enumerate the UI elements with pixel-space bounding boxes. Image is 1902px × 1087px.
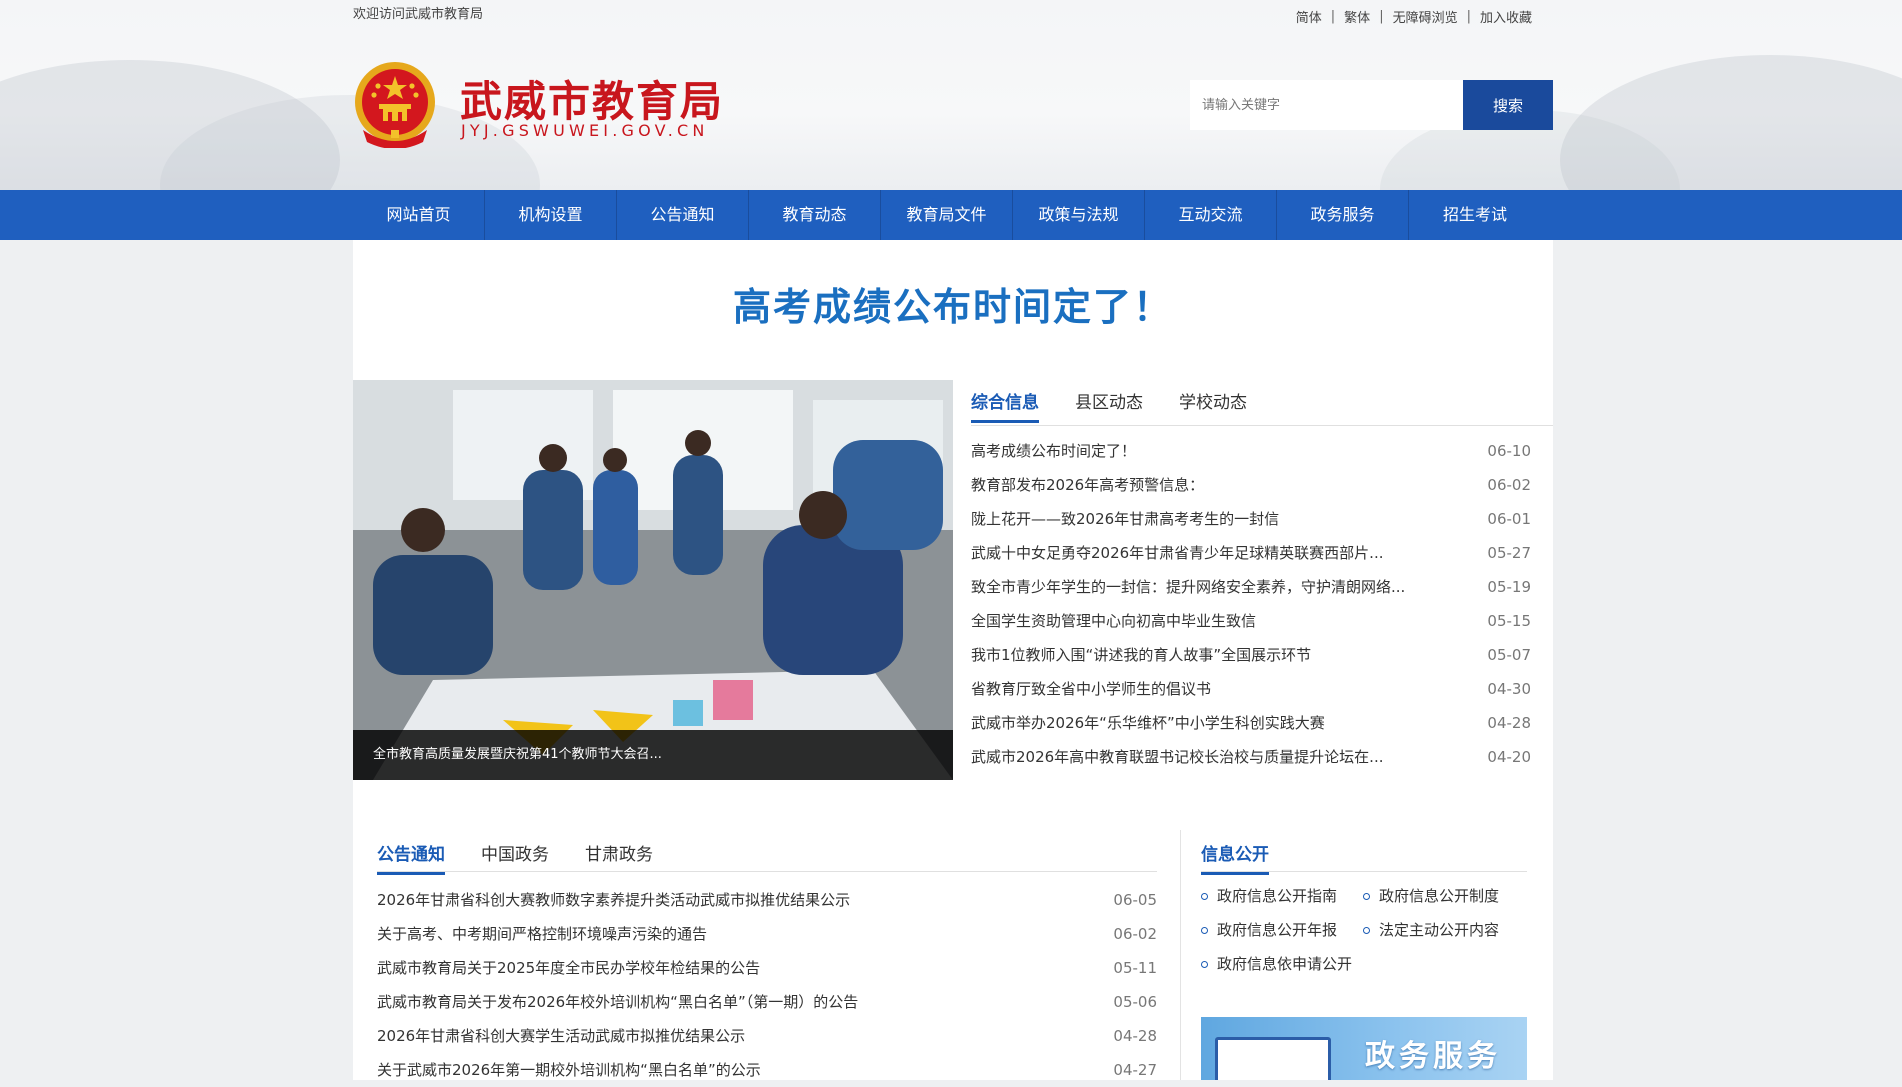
list-item[interactable]: 陇上花开——致2026年甘肃高考考生的一封信 06-01 — [971, 502, 1531, 536]
separator: | — [1466, 9, 1471, 24]
info-guide-link[interactable]: 政府信息公开指南 — [1201, 885, 1337, 906]
info-annual-report-link[interactable]: 政府信息公开年报 — [1201, 919, 1337, 940]
separator: | — [1379, 9, 1384, 24]
nav-item-notices[interactable]: 公告通知 — [617, 190, 749, 240]
tab-general-info[interactable]: 综合信息 — [971, 388, 1039, 423]
news-slideshow[interactable]: 全市教育高质量发展暨庆祝第41个教师节大会召... — [353, 380, 953, 780]
list-item[interactable]: 2026年甘肃省科创大赛学生活动武威市拟推优结果公示 04-28 — [377, 1019, 1157, 1053]
nav-item-organization[interactable]: 机构设置 — [485, 190, 617, 240]
nav-item-policies[interactable]: 政策与法规 — [1013, 190, 1145, 240]
national-emblem-icon — [353, 60, 437, 149]
list-item[interactable]: 关于高考、中考期间严格控制环境噪声污染的通告 06-02 — [377, 917, 1157, 951]
list-item[interactable]: 全国学生资助管理中心向初高中毕业生致信 05-15 — [971, 604, 1531, 638]
list-item[interactable]: 我市1位教师入围“讲述我的育人故事”全国展示环节 05-07 — [971, 638, 1531, 672]
news-list: 高考成绩公布时间定了！ 06-10 教育部发布2026年高考预警信息： 06-02 … — [971, 434, 1531, 774]
news-tabs: 综合信息 县区动态 学校动态 — [971, 388, 1283, 423]
gov-services-banner[interactable]: 政务服务 — [1201, 1017, 1527, 1080]
search-input[interactable] — [1190, 80, 1463, 130]
separator: | — [1330, 9, 1336, 24]
tab-gansu-gov[interactable]: 甘肃政务 — [585, 840, 653, 875]
info-active-disclosure-link[interactable]: 法定主动公开内容 — [1363, 919, 1499, 940]
tab-underline — [1201, 871, 1527, 872]
slide-caption[interactable]: 全市教育高质量发展暨庆祝第41个教师节大会召... — [353, 730, 953, 780]
classroom-photo — [353, 380, 953, 780]
list-item[interactable]: 省教育厅致全省中小学师生的倡议书 04-30 — [971, 672, 1531, 706]
list-item[interactable]: 致全市青少年学生的一封信：提升网络安全素养，守护清朗网络... 05-19 — [971, 570, 1531, 604]
notice-list: 2026年甘肃省科创大赛教师数字素养提升类活动武威市拟推优结果公示 06-05 关… — [377, 883, 1157, 1087]
tab-underline — [971, 425, 1553, 426]
nav-item-education-news[interactable]: 教育动态 — [749, 190, 881, 240]
list-item[interactable]: 武威市举办2026年“乐华维杯”中小学生科创实践大赛 04-28 — [971, 706, 1531, 740]
nav-item-home[interactable]: 网站首页 — [353, 190, 485, 240]
banner-text: 政务服务 — [1365, 1039, 1501, 1074]
nav-item-gov-services[interactable]: 政务服务 — [1277, 190, 1409, 240]
computer-screen-icon — [1215, 1037, 1331, 1080]
accessibility-link[interactable]: 无障碍浏览 — [1393, 7, 1458, 26]
topbar-links: 简体 | 繁体 | 无障碍浏览 | 加入收藏 — [1296, 7, 1532, 26]
site-domain: JYJ.GSWUWEI.GOV.CN — [461, 121, 709, 140]
info-application-link[interactable]: 政府信息依申请公开 — [1201, 953, 1352, 974]
list-item[interactable]: 高考成绩公布时间定了！ 06-10 — [971, 434, 1531, 468]
list-item[interactable]: 关于武威市2026年第一期校外培训机构“黑白名单”的公示 04-27 — [377, 1053, 1157, 1087]
list-item[interactable]: 武威市教育局关于发布2026年校外培训机构“黑白名单”（第一期）的公告 05-06 — [377, 985, 1157, 1019]
tab-school-news[interactable]: 学校动态 — [1179, 388, 1247, 423]
notice-tabs: 公告通知 中国政务 甘肃政务 — [377, 840, 689, 875]
list-item[interactable]: 2026年甘肃省科创大赛教师数字素养提升类活动武威市拟推优结果公示 06-05 — [377, 883, 1157, 917]
site-name: 武威市教育局 — [460, 77, 725, 126]
header-background — [0, 0, 1902, 190]
tab-county-news[interactable]: 县区动态 — [1075, 388, 1143, 423]
tab-china-gov[interactable]: 中国政务 — [481, 840, 549, 875]
nav-item-interaction[interactable]: 互动交流 — [1145, 190, 1277, 240]
tab-notices[interactable]: 公告通知 — [377, 840, 445, 875]
column-divider — [1180, 830, 1181, 1080]
tab-info-open[interactable]: 信息公开 — [1201, 840, 1269, 875]
list-item[interactable]: 武威市2026年高中教育联盟书记校长治校与质量提升论坛在... 04-20 — [971, 740, 1531, 774]
traditional-chinese-link[interactable]: 繁体 — [1344, 7, 1370, 26]
nav-item-documents[interactable]: 教育局文件 — [881, 190, 1013, 240]
tab-underline — [377, 871, 1157, 872]
headline-link[interactable]: 高考成绩公布时间定了！ — [353, 276, 1553, 331]
list-item[interactable]: 武威十中女足勇夺2026年甘肃省青少年足球精英联赛西部片... 05-27 — [971, 536, 1531, 570]
search-button[interactable]: 搜索 — [1463, 80, 1553, 130]
main-nav: 网站首页 机构设置 公告通知 教育动态 教育局文件 政策与法规 互动交流 政务服… — [0, 190, 1902, 240]
nav-item-admissions[interactable]: 招生考试 — [1409, 190, 1541, 240]
welcome-text: 欢迎访问武威市教育局 — [353, 7, 484, 22]
info-system-link[interactable]: 政府信息公开制度 — [1363, 885, 1499, 906]
list-item[interactable]: 教育部发布2026年高考预警信息： 06-02 — [971, 468, 1531, 502]
list-item[interactable]: 武威市教育局关于2025年度全市民办学校年检结果的公告 05-11 — [377, 951, 1157, 985]
add-favorite-link[interactable]: 加入收藏 — [1480, 7, 1532, 26]
content-panel: 高考成绩公布时间定了！ 全市教育高质量发展暨庆祝第41个教师节大会召... 综合… — [353, 240, 1553, 1080]
simplified-chinese-link[interactable]: 简体 — [1296, 7, 1322, 26]
